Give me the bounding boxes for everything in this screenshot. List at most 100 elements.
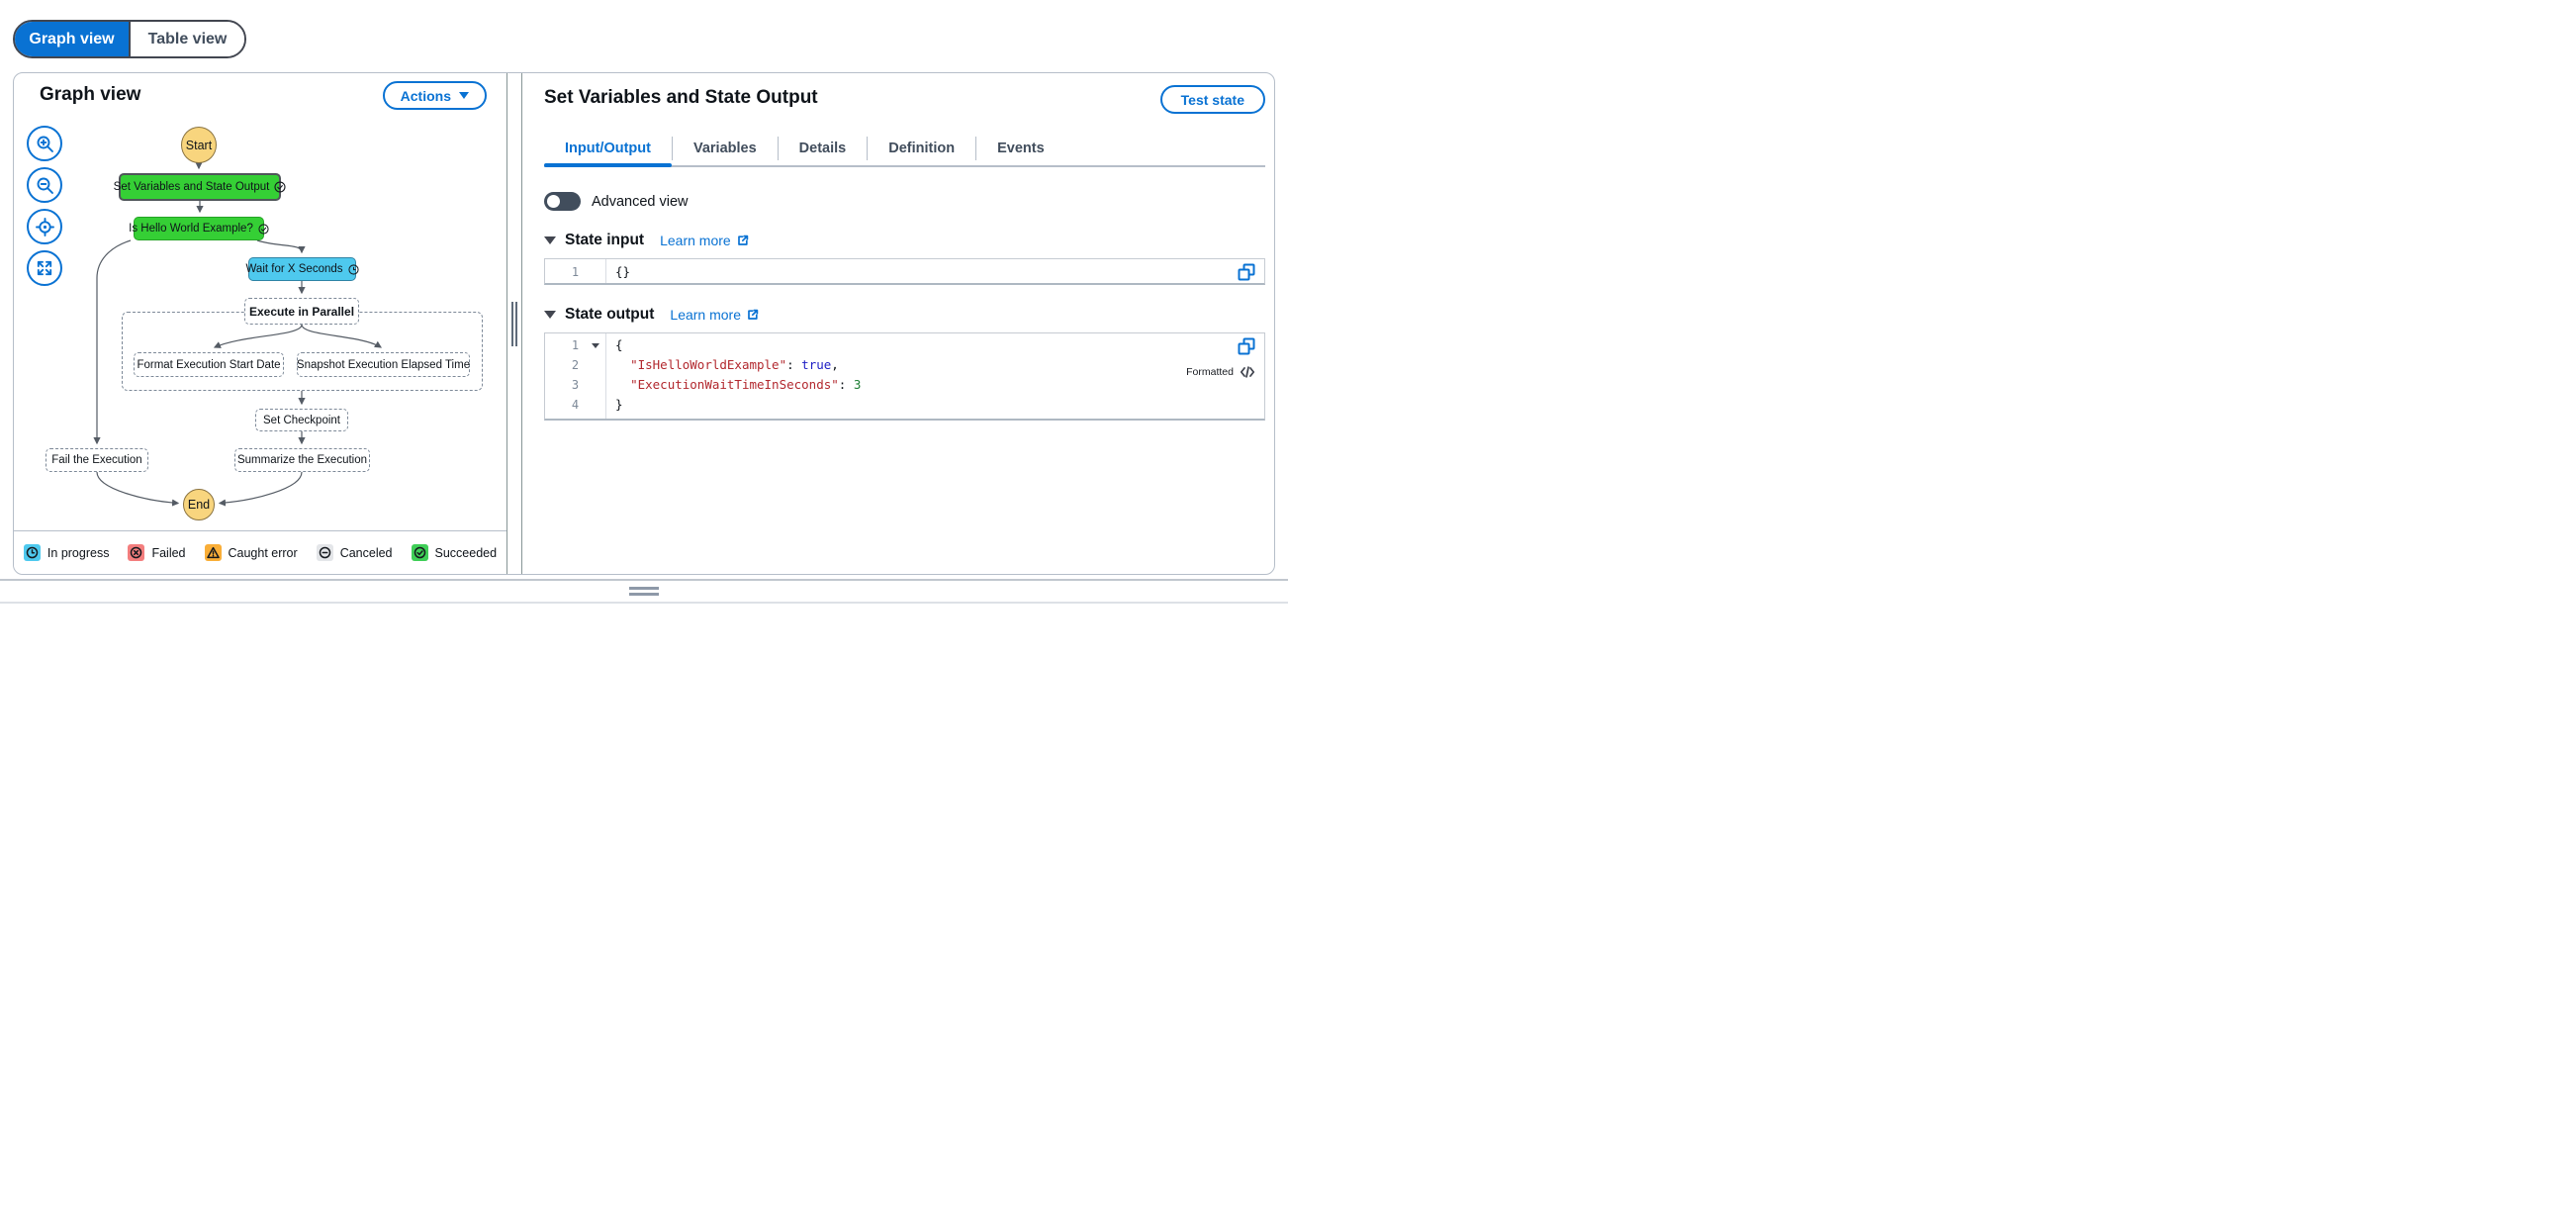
copy-input-button[interactable] — [1236, 262, 1256, 283]
node-execute-parallel-label: Execute in Parallel — [248, 304, 355, 319]
advanced-view-label: Advanced view — [592, 193, 689, 210]
legend-caught-error-label: Caught error — [228, 545, 298, 560]
node-snapshot-time-label: Snapshot Execution Elapsed Time — [296, 358, 471, 371]
workflow-graph-canvas: Start Set Variables and State Output Is … — [14, 73, 506, 530]
code-brackets-icon — [1240, 366, 1255, 378]
node-set-variables[interactable]: Set Variables and State Output — [114, 173, 286, 201]
advanced-view-row: Advanced view — [544, 192, 1265, 211]
line-number: 2 — [571, 358, 580, 372]
state-output-gutter: 1 2 3 4 — [545, 333, 606, 419]
in-progress-clock-icon — [347, 263, 359, 275]
legend-canceled: Canceled — [316, 544, 393, 561]
learn-more-label: Learn more — [670, 307, 741, 323]
state-details-tabs: Input/Output Variables Details Definitio… — [544, 132, 1265, 167]
copy-icon — [1238, 263, 1254, 281]
code-line: { — [615, 337, 623, 352]
node-execute-parallel[interactable]: Execute in Parallel — [244, 298, 359, 325]
legend-in-progress-label: In progress — [46, 545, 110, 560]
state-input-code: {} — [606, 259, 1264, 283]
drag-handle-icon[interactable] — [629, 587, 659, 596]
node-snapshot-time[interactable]: Snapshot Execution Elapsed Time — [297, 352, 470, 377]
line-number: 1 — [545, 335, 605, 355]
advanced-view-toggle[interactable] — [544, 192, 581, 211]
line-number: 1 — [571, 265, 580, 279]
line-number: 4 — [571, 398, 580, 412]
test-state-button[interactable]: Test state — [1159, 85, 1265, 114]
state-details-header: Set Variables and State Output Test stat… — [544, 85, 1265, 114]
node-format-date-label: Format Execution Start Date — [137, 358, 281, 371]
copy-output-button[interactable] — [1236, 336, 1256, 357]
state-input-editor[interactable]: 1 {} — [544, 258, 1265, 285]
state-input-gutter: 1 — [545, 259, 606, 283]
state-title: Set Variables and State Output — [544, 87, 818, 108]
node-fail-execution[interactable]: Fail the Execution — [46, 448, 148, 472]
code-line: {} — [615, 264, 631, 279]
bottom-panel-resize-strip[interactable] — [0, 579, 1288, 604]
view-mode-segmented-control: Graph view Table view — [13, 20, 246, 58]
state-output-code: { "IsHelloWorldExample": true, "Executio… — [606, 333, 1264, 419]
node-wait-label: Wait for X Seconds — [245, 263, 343, 275]
line-number-text: 1 — [571, 338, 580, 352]
legend-caught-error: Caught error — [204, 544, 298, 561]
state-input-learn-more-link[interactable]: Learn more — [660, 233, 750, 248]
step-functions-execution-page: Graph view Table view Graph view Actions — [0, 0, 1288, 612]
node-wait[interactable]: Wait for X Seconds — [245, 257, 359, 281]
learn-more-label: Learn more — [660, 233, 731, 248]
succeeded-check-icon — [411, 544, 428, 561]
legend-canceled-label: Canceled — [339, 545, 393, 560]
formatted-label: Formatted — [1186, 366, 1234, 378]
tab-variables[interactable]: Variables — [673, 132, 778, 165]
legend-succeeded: Succeeded — [411, 544, 498, 561]
node-end-label: End — [187, 498, 211, 512]
fold-caret-icon[interactable] — [592, 343, 599, 348]
legend-in-progress: In progress — [23, 544, 110, 561]
caught-error-warning-icon — [204, 544, 222, 561]
node-end[interactable]: End — [183, 489, 215, 520]
node-set-checkpoint-label: Set Checkpoint — [263, 414, 340, 426]
collapse-caret-icon[interactable] — [544, 311, 556, 319]
node-is-hello-world[interactable]: Is Hello World Example? — [129, 217, 269, 240]
node-summarize[interactable]: Summarize the Execution — [234, 448, 370, 472]
code-line: "ExecutionWaitTimeInSeconds": 3 — [630, 377, 862, 392]
collapse-caret-icon[interactable] — [544, 236, 556, 244]
tab-input-output[interactable]: Input/Output — [544, 132, 672, 167]
line-number: 3 — [571, 378, 580, 392]
succeeded-check-icon — [258, 223, 269, 235]
tab-definition[interactable]: Definition — [868, 132, 975, 165]
in-progress-clock-icon — [23, 544, 41, 561]
state-output-editor[interactable]: 1 2 3 4 { "IsHelloWorldExample": true, "… — [544, 332, 1265, 421]
status-legend: In progress Failed Caught error Canceled… — [14, 530, 506, 574]
legend-failed: Failed — [128, 544, 186, 561]
external-link-icon — [748, 309, 759, 320]
state-input-header: State input Learn more — [544, 232, 1265, 249]
graph-view-segment[interactable]: Graph view — [15, 22, 129, 56]
external-link-icon — [737, 235, 748, 245]
code-line: } — [615, 397, 623, 412]
state-details-panel: Set Variables and State Output Test stat… — [521, 73, 1274, 574]
panel-resize-handle[interactable] — [507, 73, 521, 574]
state-output-title: State output — [565, 306, 655, 323]
state-output-header: State output Learn more — [544, 306, 1265, 324]
failed-x-icon — [128, 544, 145, 561]
state-output-learn-more-link[interactable]: Learn more — [670, 307, 760, 323]
copy-icon — [1238, 337, 1254, 355]
table-view-segment[interactable]: Table view — [129, 22, 244, 56]
node-start-label: Start — [185, 138, 213, 152]
succeeded-check-icon — [274, 181, 286, 193]
node-summarize-label: Summarize the Execution — [236, 454, 368, 466]
execution-detail-card: Graph view Actions Start Set Variables a… — [13, 72, 1275, 575]
node-fail-execution-label: Fail the Execution — [51, 454, 142, 466]
node-set-checkpoint[interactable]: Set Checkpoint — [255, 409, 348, 431]
formatted-toggle[interactable]: Formatted — [1186, 364, 1255, 380]
node-set-variables-label: Set Variables and State Output — [113, 181, 270, 193]
state-input-title: State input — [565, 232, 645, 248]
tab-events[interactable]: Events — [976, 132, 1065, 165]
node-is-hello-world-label: Is Hello World Example? — [129, 223, 253, 235]
tab-details[interactable]: Details — [779, 132, 868, 165]
node-start[interactable]: Start — [181, 127, 217, 163]
legend-succeeded-label: Succeeded — [434, 545, 498, 560]
graph-view-panel: Graph view Actions Start Set Variables a… — [14, 73, 507, 574]
toggle-knob — [547, 195, 560, 208]
node-format-date[interactable]: Format Execution Start Date — [134, 352, 284, 377]
code-line: "IsHelloWorldExample": true, — [630, 357, 839, 372]
